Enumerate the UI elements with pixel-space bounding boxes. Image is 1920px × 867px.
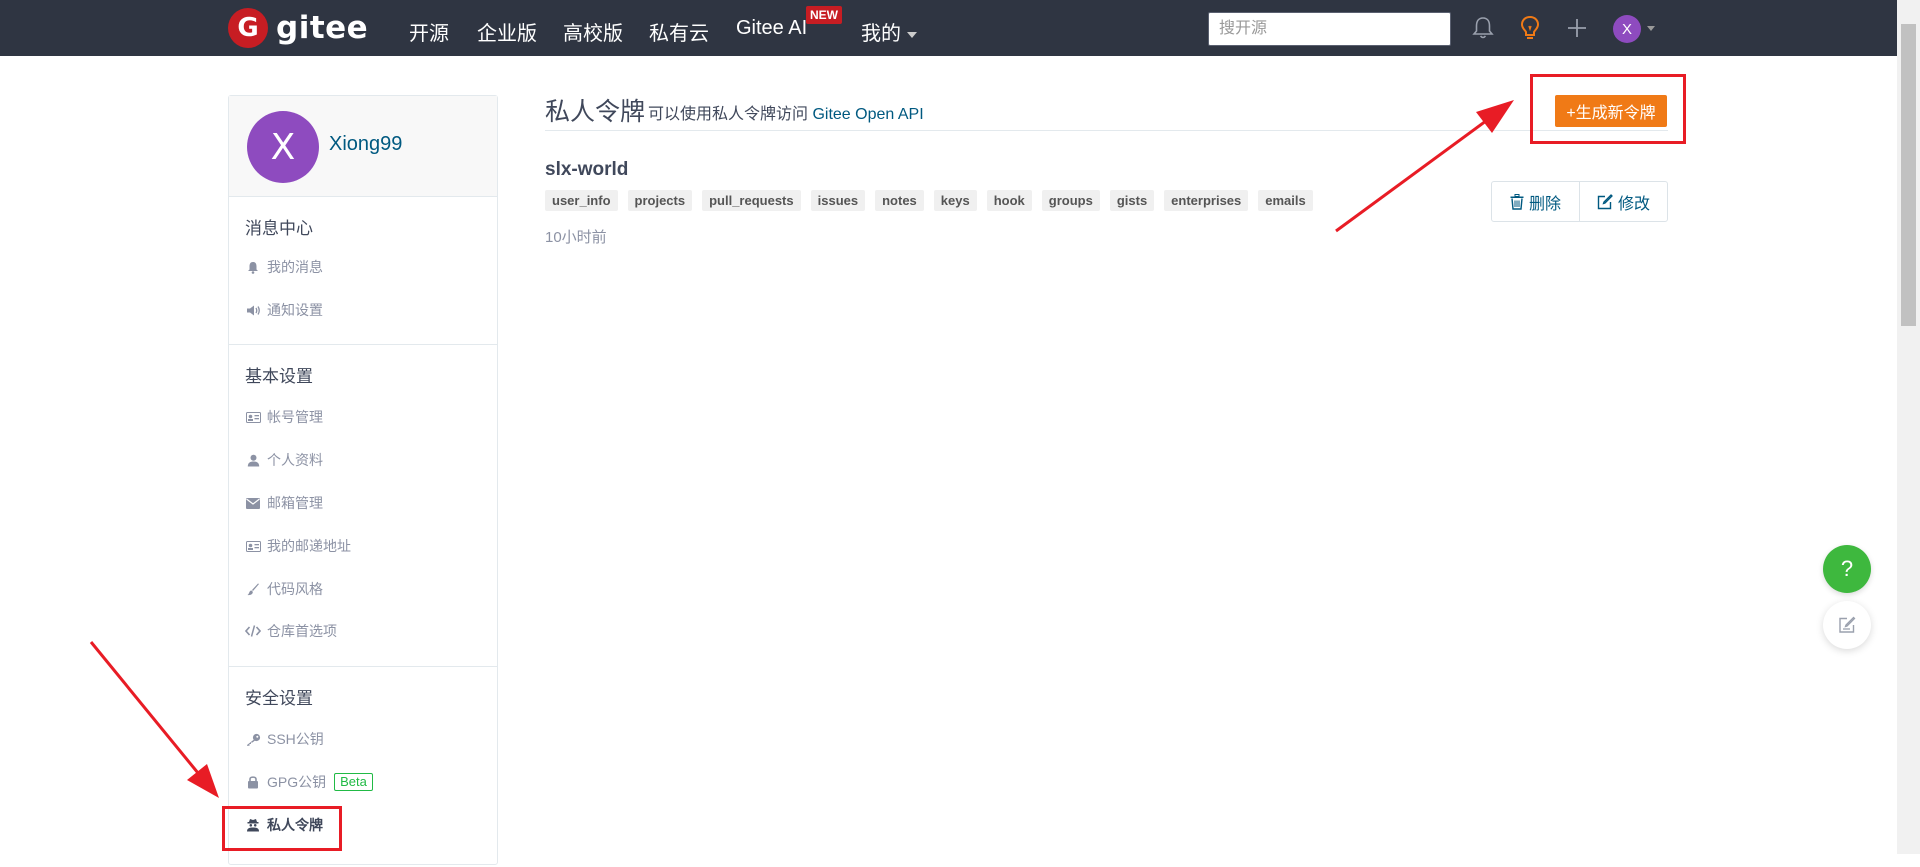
- edit-label: 修改: [1617, 195, 1650, 213]
- annotation-arrow-line: [1335, 116, 1491, 233]
- scope-badge: hook: [986, 190, 1032, 211]
- gitee-logo-icon: G: [228, 8, 268, 48]
- bell-icon: [245, 259, 261, 275]
- scope-badge: gists: [1109, 190, 1155, 211]
- sidebar-item-label: 个人资料: [267, 452, 323, 468]
- sidebar-item-label: 我的邮递地址: [267, 538, 351, 554]
- new-badge: NEW: [806, 6, 842, 24]
- delete-token-button[interactable]: 删除: [1492, 182, 1579, 221]
- sidebar-item-code-style[interactable]: 代码风格: [245, 579, 323, 599]
- page-subtitle: 可以使用私人令牌访问 Gitee Open API: [648, 100, 924, 124]
- annotation-highlight-box: [222, 806, 342, 851]
- sidebar-item-email[interactable]: 邮箱管理: [245, 493, 323, 513]
- sidebar-item-label: 邮箱管理: [267, 495, 323, 511]
- section-basic-settings: 基本设置 帐号管理 个人资料 邮箱管理 我的邮递地址 代码风格 仓库首选项: [229, 345, 497, 667]
- top-navbar: G gitee 开源 企业版 高校版 私有云 Gitee AI NEW 我的 X: [0, 0, 1897, 56]
- nav-private-cloud[interactable]: 私有云: [649, 17, 709, 46]
- address-card-icon: [245, 538, 261, 554]
- annotation-arrowhead: [187, 764, 219, 798]
- scope-badge: pull_requests: [702, 190, 801, 211]
- sidebar-item-label: 代码风格: [267, 581, 323, 597]
- annotation-arrow-line: [89, 641, 200, 774]
- gitee-logo[interactable]: G gitee: [228, 8, 368, 48]
- subtitle-text: 可以使用私人令牌访问: [648, 106, 813, 123]
- delete-label: 删除: [1528, 195, 1561, 213]
- sidebar-item-address[interactable]: 我的邮递地址: [245, 536, 351, 556]
- chevron-down-icon: [907, 31, 917, 38]
- annotation-highlight-box: [1530, 74, 1686, 144]
- gitee-logo-text: gitee: [276, 10, 369, 46]
- user-avatar-menu[interactable]: X: [1613, 15, 1641, 43]
- scope-badge: issues: [810, 190, 866, 211]
- key-icon: [245, 731, 261, 747]
- lock-icon: [245, 774, 261, 790]
- scope-badge: groups: [1041, 190, 1100, 211]
- feedback-edit-icon: [1839, 616, 1856, 633]
- sidebar-item-profile[interactable]: 个人资料: [245, 450, 323, 470]
- edit-token-button[interactable]: 修改: [1579, 182, 1667, 221]
- lightbulb-icon[interactable]: [1516, 14, 1544, 42]
- envelope-icon: [245, 495, 261, 511]
- page-title: 私人令牌: [545, 98, 646, 126]
- avatar-caret-icon: [1647, 26, 1655, 31]
- token-actions: 删除 修改: [1491, 181, 1668, 222]
- id-card-icon: [245, 409, 261, 425]
- sidebar-item-label: 仓库首选项: [267, 623, 337, 639]
- nav-education[interactable]: 高校版: [563, 17, 623, 46]
- sidebar-item-label: SSH公钥: [267, 731, 324, 747]
- nav-gitee-ai[interactable]: Gitee AI: [736, 17, 807, 40]
- section-title: 消息中心: [245, 219, 313, 238]
- sidebar-item-account[interactable]: 帐号管理: [245, 407, 323, 427]
- help-button[interactable]: ?: [1823, 545, 1871, 593]
- scrollbar-thumb[interactable]: [1901, 24, 1916, 326]
- code-icon: [245, 623, 261, 639]
- open-api-link[interactable]: Gitee Open API: [812, 106, 923, 123]
- token-scopes: user_info projects pull_requests issues …: [545, 190, 1313, 211]
- nav-mine-dropdown[interactable]: 我的: [861, 17, 917, 46]
- search-input[interactable]: [1208, 12, 1451, 46]
- nav-open-source[interactable]: 开源: [409, 17, 449, 46]
- annotation-arrowhead: [1476, 100, 1514, 133]
- section-title: 基本设置: [245, 367, 313, 386]
- scope-badge: emails: [1258, 190, 1313, 211]
- settings-sidebar: X Xiong99 消息中心 我的消息 通知设置 基本设置 帐号管理 个人资料 …: [228, 95, 498, 865]
- nav-enterprise[interactable]: 企业版: [477, 17, 537, 46]
- scope-badge: user_info: [545, 190, 618, 211]
- token-timestamp: 10小时前: [545, 229, 607, 246]
- sidebar-item-label: GPG公钥: [267, 774, 327, 790]
- sidebar-item-ssh-keys[interactable]: SSH公钥: [245, 729, 324, 749]
- sidebar-item-gpg-keys[interactable]: GPG公钥 Beta: [245, 772, 373, 792]
- beta-badge: Beta: [334, 773, 373, 791]
- trash-icon: [1510, 193, 1524, 210]
- scope-badge: projects: [627, 190, 693, 211]
- speaker-icon: [245, 302, 261, 318]
- scope-badge: notes: [875, 190, 924, 211]
- section-messages: 消息中心 我的消息 通知设置: [229, 197, 497, 345]
- edit-icon: [1597, 193, 1613, 209]
- user-icon: [245, 452, 261, 468]
- scope-badge: enterprises: [1164, 190, 1249, 211]
- avatar[interactable]: X: [247, 111, 319, 183]
- sidebar-item-label: 我的消息: [267, 259, 323, 275]
- title-divider: [545, 130, 1668, 131]
- sidebar-item-label: 帐号管理: [267, 409, 323, 425]
- token-name: slx-world: [545, 159, 629, 180]
- sidebar-item-repo-preferences[interactable]: 仓库首选项: [245, 621, 337, 641]
- scope-badge: keys: [933, 190, 977, 211]
- user-card: X Xiong99: [229, 96, 497, 197]
- sidebar-item-notification-settings[interactable]: 通知设置: [245, 300, 323, 320]
- nav-mine-label: 我的: [861, 23, 901, 45]
- sidebar-item-my-messages[interactable]: 我的消息: [245, 257, 323, 277]
- section-title: 安全设置: [245, 689, 313, 708]
- brush-icon: [245, 581, 261, 597]
- bell-icon[interactable]: [1469, 14, 1497, 42]
- username-link[interactable]: Xiong99: [329, 133, 402, 156]
- feedback-button[interactable]: [1823, 601, 1871, 649]
- sidebar-item-label: 通知设置: [267, 302, 323, 318]
- plus-icon[interactable]: [1563, 14, 1591, 42]
- page-scrollbar[interactable]: [1897, 0, 1920, 854]
